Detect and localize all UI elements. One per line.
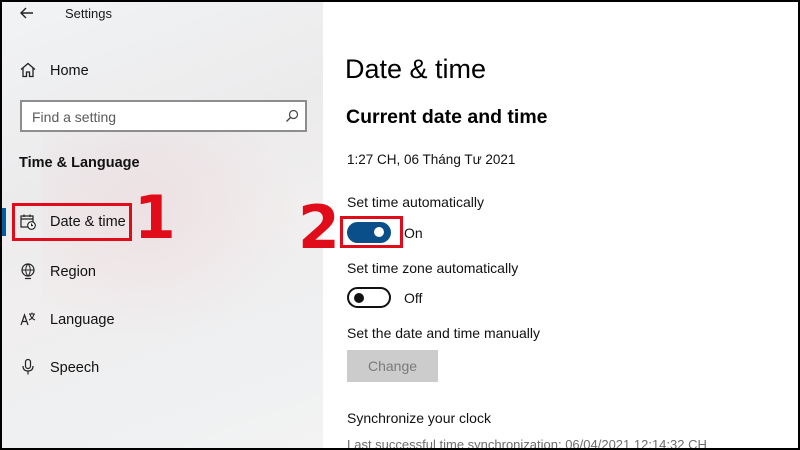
settings-window: Settings Home Find a setting Time & Lang… (2, 2, 798, 448)
calendar-clock-icon (19, 213, 37, 231)
current-datetime: 1:27 CH, 06 Tháng Tư 2021 (347, 152, 516, 167)
home-icon (19, 61, 37, 79)
sync-clock-heading: Synchronize your clock (347, 410, 491, 426)
sidebar-item-language[interactable]: Language (2, 298, 323, 342)
microphone-icon (19, 358, 37, 376)
step-marker-2: 2 (298, 193, 340, 263)
search-icon[interactable] (285, 109, 299, 123)
sidebar-item-label: Date & time (50, 214, 126, 230)
step-marker-1: 1 (134, 183, 176, 253)
back-arrow-icon[interactable] (16, 2, 38, 24)
set-zone-auto-toggle[interactable] (347, 287, 391, 308)
sidebar-item-label: Speech (50, 360, 100, 376)
set-time-auto-label: Set time automatically (347, 194, 484, 210)
sidebar-item-speech[interactable]: Speech (2, 346, 323, 390)
search-placeholder: Find a setting (32, 109, 117, 125)
toggle-state-label: On (404, 225, 423, 241)
toggle-knob (354, 292, 364, 303)
search-input[interactable]: Find a setting (20, 100, 307, 132)
selection-indicator (2, 208, 6, 236)
sidebar-item-label: Language (50, 312, 115, 328)
sync-status-text: Last successful time synchronization: 06… (347, 437, 707, 448)
set-time-auto-toggle[interactable] (347, 222, 391, 243)
manual-datetime-label: Set the date and time manually (347, 325, 541, 341)
language-icon (19, 310, 37, 328)
main-pane: Date & time Current date and time 1:27 C… (323, 2, 798, 448)
set-zone-auto-label: Set time zone automatically (347, 260, 519, 276)
page-title: Date & time (345, 54, 487, 84)
section-heading: Current date and time (346, 106, 548, 128)
sidebar-item-region[interactable]: Region (2, 250, 323, 294)
globe-icon (19, 262, 37, 280)
sidebar-item-label: Region (50, 264, 96, 280)
sidebar-item-label: Home (50, 63, 89, 79)
app-title: Settings (65, 6, 112, 21)
toggle-state-label: Off (404, 290, 423, 306)
toggle-knob (374, 227, 384, 237)
sidebar-item-home[interactable]: Home (2, 48, 323, 92)
change-button[interactable]: Change (347, 350, 438, 382)
section-title: Time & Language (19, 155, 140, 171)
title-bar: Settings (2, 2, 323, 26)
